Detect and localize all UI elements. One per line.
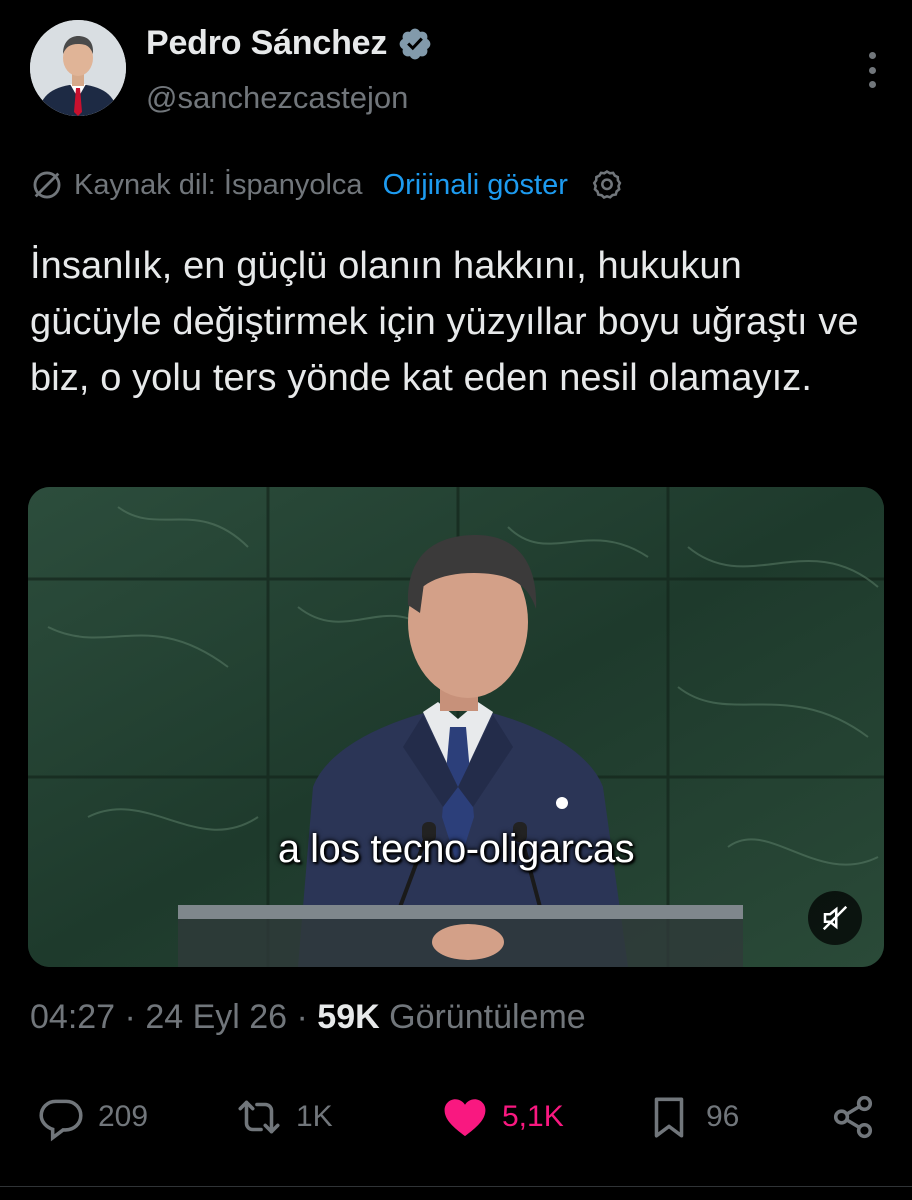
speaker-muted-icon [822,905,848,931]
translation-bar: Kaynak dil: İspanyolca Orijinali göster [30,168,624,202]
user-handle[interactable]: @sanchezcastejon [146,80,408,116]
video-frame [28,487,884,967]
views-count: 59K [317,998,380,1036]
divider [0,1186,912,1187]
more-options-icon[interactable] [866,52,878,88]
tweet-actions: 209 1K 5,1K 96 [0,1085,912,1149]
like-button[interactable]: 5,1K [440,1085,564,1149]
avatar-photo [30,20,126,116]
display-name[interactable]: Pedro Sánchez [146,24,387,63]
bookmark-icon [644,1092,694,1142]
tweet-text: İnsanlık, en güçlü olanın hakkını, hukuk… [30,245,859,399]
reply-button[interactable]: 209 [36,1085,148,1149]
repost-icon [234,1092,284,1142]
tweet-date[interactable]: 24 Eyl 26 [145,998,287,1036]
bookmark-button[interactable]: 96 [644,1085,739,1149]
heart-icon [440,1092,490,1142]
share-button[interactable] [828,1085,878,1149]
like-count: 5,1K [502,1100,564,1133]
show-original-link[interactable]: Orijinali göster [383,169,568,202]
share-icon [828,1092,878,1142]
avatar[interactable] [30,20,126,116]
meta-separator: · [287,998,318,1036]
mute-button[interactable] [808,891,862,945]
video-player[interactable]: a los tecno-oligarcas [28,487,884,967]
source-language-label: Kaynak dil: İspanyolca [74,168,363,201]
verified-badge-icon[interactable] [397,26,433,62]
meta-separator: · [115,998,146,1036]
gear-icon[interactable] [590,168,624,202]
reply-count: 209 [98,1100,149,1133]
video-subtitle: a los tecno-oligarcas [277,827,635,871]
tweet-meta: 04:27 · 24 Eyl 26 · 59K Görüntüleme [30,998,586,1037]
bookmark-count: 96 [706,1100,740,1133]
repost-count: 1K [296,1100,333,1133]
tweet-time[interactable]: 04:27 [30,998,115,1036]
translate-icon [30,168,64,202]
author-name-row: Pedro Sánchez [146,24,433,63]
repost-button[interactable]: 1K [234,1085,333,1149]
reply-icon [36,1092,86,1142]
views-label: Görüntüleme [389,998,586,1036]
